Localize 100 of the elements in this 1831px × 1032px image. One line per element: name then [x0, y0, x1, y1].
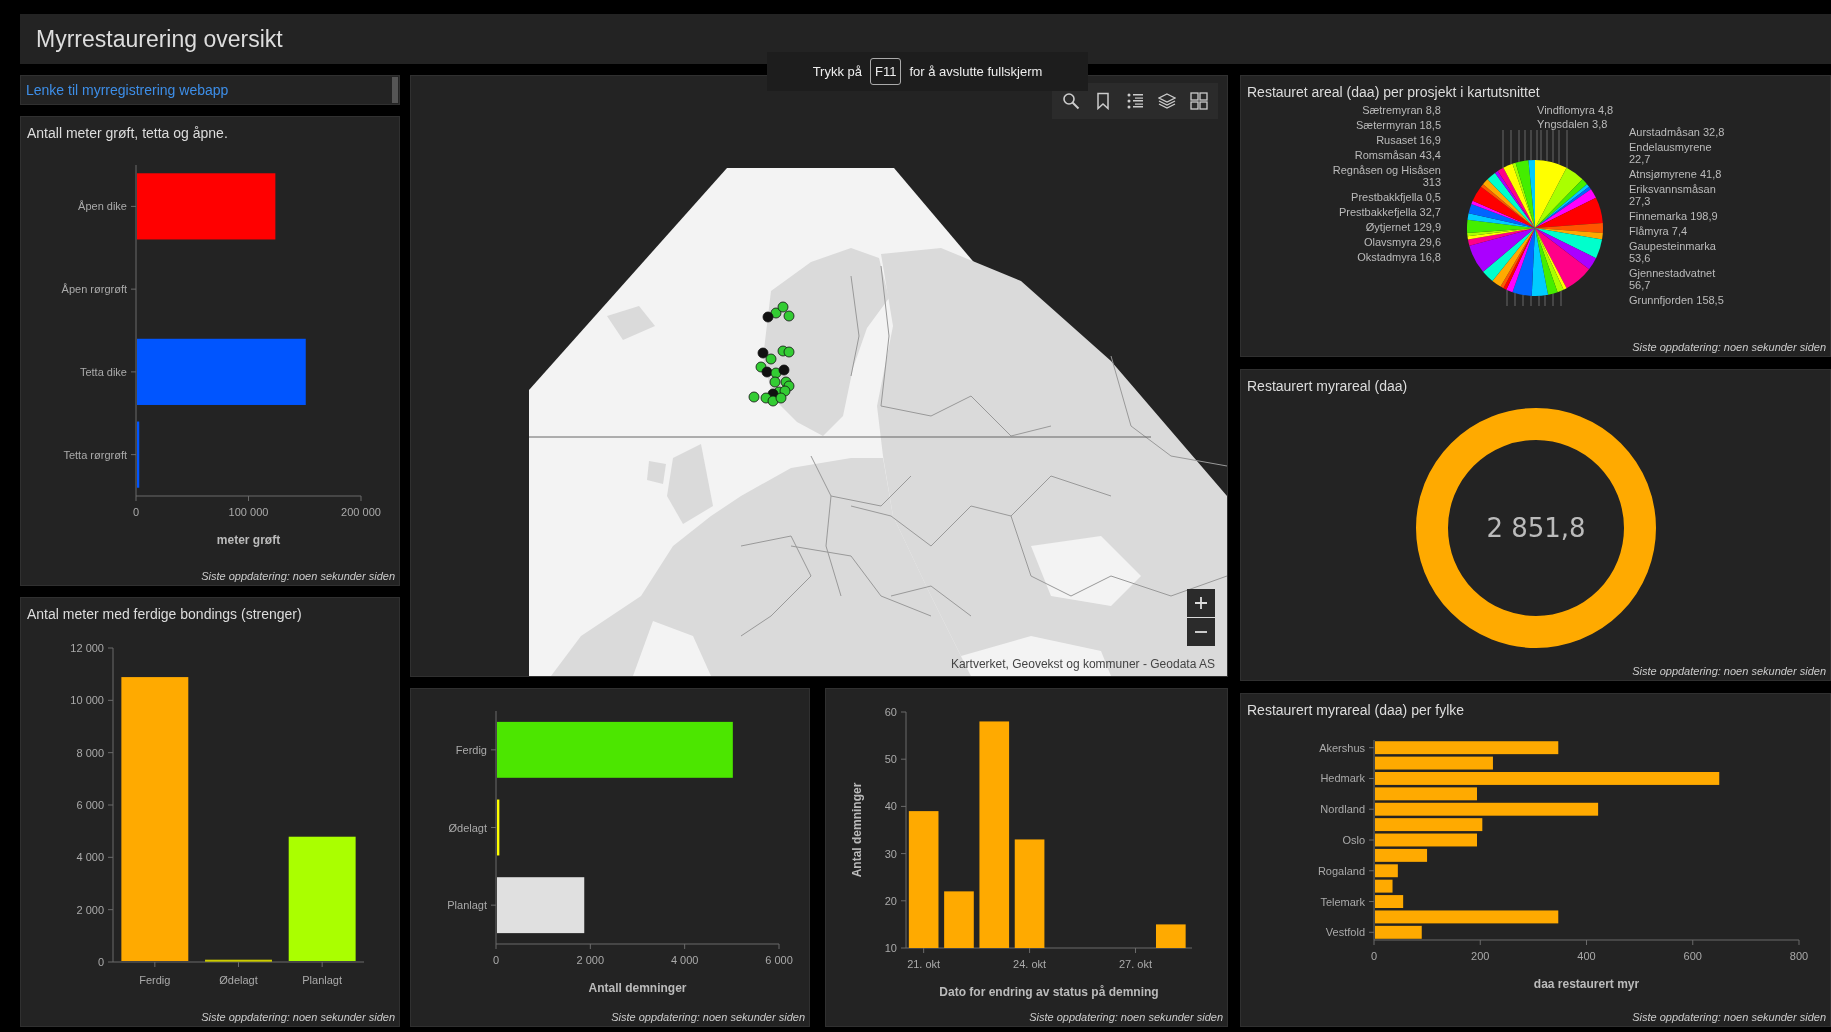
- axis-title: Antall demninger: [588, 981, 687, 995]
- slice-label: Sætermyran 18,5: [1356, 119, 1441, 131]
- tick-label: 800: [1789, 950, 1809, 962]
- category-label: Ødelagt: [219, 974, 258, 986]
- update-note: Siste oppdatering: noen sekunder siden: [610, 1011, 806, 1025]
- update-note: Siste oppdatering: noen sekunder siden: [1028, 1011, 1224, 1025]
- slice-label: Endelausmyrene 22,7: [1629, 141, 1713, 165]
- slice-label: Olavsmyra 29,6: [1363, 236, 1441, 248]
- tick-label: 4 000: [670, 954, 699, 966]
- tick-label: 6 000: [765, 954, 793, 966]
- slice-label: Regnåsen og Hisåsen 313: [1331, 164, 1441, 188]
- category-label: Tetta dike: [79, 365, 127, 378]
- layers-icon: [1158, 92, 1176, 110]
- bookmark-icon: [1094, 92, 1112, 110]
- slice-label: Prestbakkfjella 0,5: [1351, 191, 1441, 203]
- panel-title: Antall meter grøft, tetta og åpne.: [26, 124, 229, 141]
- axis-title: meter grøft: [216, 533, 281, 547]
- slice-label: Øytjernet 129,9: [1365, 221, 1441, 233]
- list-icon: [1126, 92, 1144, 110]
- search-icon: [1062, 92, 1080, 110]
- total-value: 2 851,8: [1485, 513, 1586, 543]
- key-label: F11: [870, 58, 902, 85]
- grid-icon: [1190, 92, 1208, 110]
- tick-label: 24. okt: [1013, 958, 1047, 970]
- slice-label: Vindflomyra 4,8: [1537, 104, 1615, 116]
- axis-title: Antal demninger: [850, 782, 864, 878]
- category-label: Hedmark: [1320, 772, 1365, 785]
- category-label: Planlagt: [447, 899, 487, 912]
- tick-label: 27. okt: [1119, 958, 1152, 970]
- category-label: Ferdig: [455, 743, 487, 756]
- slice-label: Yngsdalen 3,8: [1537, 118, 1609, 130]
- tick-label: 10 000: [70, 694, 104, 707]
- zoom-in-button[interactable]: [1187, 589, 1215, 617]
- category-label: Rogaland: [1317, 864, 1365, 877]
- tick-label: 10: [884, 942, 897, 954]
- tick-label: 8 000: [76, 746, 104, 759]
- tick-label: 200: [1471, 950, 1490, 962]
- tick-label: 200 000: [341, 506, 381, 518]
- notice-text: for å avslutte fullskjerm: [909, 64, 1043, 79]
- tick-label: 0: [1370, 950, 1378, 962]
- notice-text: Trykk på: [812, 64, 862, 79]
- slice-label: Eriksvannsmåsan 27,3: [1629, 183, 1717, 207]
- slice-label: Prestbakkefjella 32,7: [1338, 206, 1441, 218]
- slice-label: Gaupesteinmarka 53,6: [1629, 240, 1717, 264]
- axis-title: Dato for endring av status på demning: [939, 985, 1159, 999]
- webapp-link[interactable]: Lenke til myrregistrering webapp: [26, 82, 229, 98]
- update-note: Siste oppdatering: noen sekunder siden: [1631, 665, 1827, 679]
- category-label: Tetta rørgrøft: [63, 448, 127, 461]
- tick-label: 2 000: [76, 903, 104, 916]
- category-label: Åpen rørgrøft: [61, 283, 127, 296]
- slice-label: Finnemarka 198,9: [1629, 210, 1718, 222]
- tick-label: 6 000: [76, 799, 104, 811]
- update-note: Siste oppdatering: noen sekunder siden: [1631, 1011, 1827, 1025]
- tick-label: 100 000: [228, 506, 269, 518]
- slice-label: Okstadmyra 16,8: [1357, 251, 1441, 263]
- tick-label: 60: [884, 706, 897, 718]
- category-label: Akershus: [1319, 741, 1365, 754]
- tick-label: 0: [97, 956, 104, 968]
- tick-label: 40: [884, 800, 897, 813]
- slice-label: Grunnfjorden 158,5: [1629, 294, 1724, 306]
- category-label: Nordland: [1320, 803, 1365, 816]
- slice-label: Gjennestadvatnet 56,7: [1629, 267, 1717, 291]
- tick-label: 4 000: [76, 851, 104, 864]
- category-label: Vestfold: [1325, 926, 1365, 939]
- category-label: Åpen dike: [78, 200, 127, 213]
- axis-title: daa restaurert myr: [1533, 977, 1640, 991]
- tick-label: 50: [884, 753, 897, 766]
- panel-title: Restaurert myrareal (daa): [1246, 377, 1409, 394]
- update-note: Siste oppdatering: noen sekunder siden: [200, 1011, 396, 1025]
- slice-label: Romsmåsan 43,4: [1354, 149, 1441, 161]
- map-attribution: Kartverket, Geovekst og kommuner - Geodata AS: [950, 657, 1215, 671]
- tick-label: 400: [1577, 950, 1596, 962]
- category-label: Oslo: [1342, 834, 1365, 846]
- minus-icon: [1195, 631, 1207, 633]
- tick-label: 30: [884, 847, 897, 860]
- tick-label: 0: [132, 506, 140, 518]
- slice-label: Rusaset 16,9: [1376, 134, 1441, 146]
- tick-label: 2 000: [576, 954, 605, 966]
- slice-label: Aurstadmåsan 32,8: [1629, 126, 1725, 138]
- zoom-out-button[interactable]: [1187, 618, 1215, 646]
- tick-label: 12 000: [70, 642, 104, 654]
- category-label: Ferdig: [139, 974, 171, 986]
- category-label: Ødelagt: [448, 821, 487, 834]
- slice-label: Sætremyran 8,8: [1362, 104, 1441, 116]
- panel-title: Antal meter med ferdige bondings (strenger): [26, 605, 303, 622]
- tick-label: 600: [1683, 950, 1702, 962]
- update-note: Siste oppdatering: noen sekunder siden: [1631, 341, 1827, 355]
- plus-icon: [1192, 594, 1210, 612]
- category-label: Telemark: [1320, 895, 1365, 908]
- update-note: Siste oppdatering: noen sekunder siden: [200, 570, 396, 584]
- tick-label: 0: [492, 954, 500, 966]
- scrollbar[interactable]: [392, 77, 398, 103]
- tick-label: 21. okt: [907, 958, 941, 970]
- dashboard-title: Myrrestaurering oversikt: [36, 25, 283, 53]
- slice-label: Atnsjømyrene 41,8: [1629, 168, 1722, 180]
- panel-title: Restauret areal (daa) per prosjekt i kartutsnittet: [1246, 83, 1541, 100]
- panel-title: Restaurert myrareal (daa) per fylke: [1246, 701, 1466, 718]
- tick-label: 20: [884, 894, 897, 907]
- category-label: Planlagt: [302, 974, 343, 986]
- slice-label: Flåmyra 7,4: [1629, 225, 1688, 237]
